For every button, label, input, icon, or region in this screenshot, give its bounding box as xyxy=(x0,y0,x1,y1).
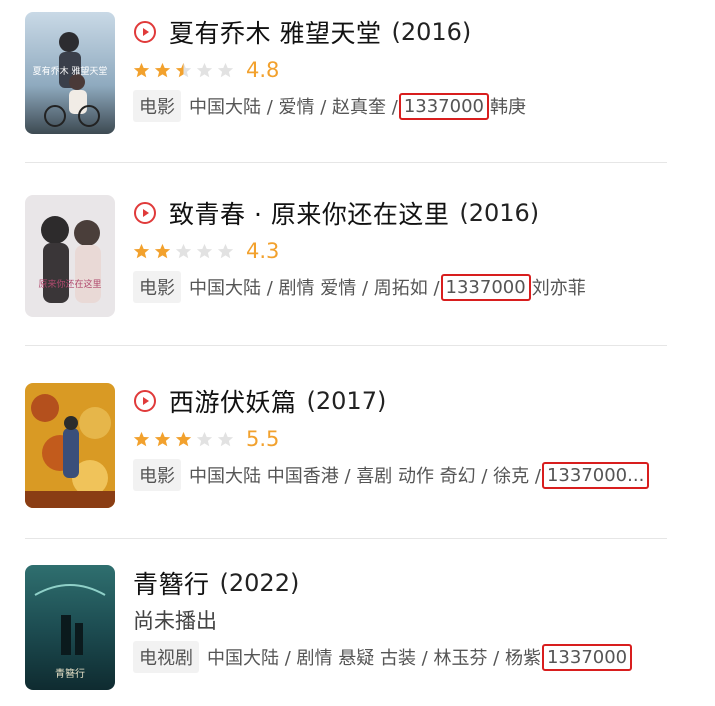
list-item[interactable]: 西游伏妖篇 (2017) 5.5 电影 中国大陆 中国香港 / 喜剧 动作 奇幻… xyxy=(0,378,715,523)
title-row[interactable]: 夏有乔木 雅望天堂 (2016) xyxy=(133,14,705,50)
poster-graphic: 夏有乔木 雅望天堂 xyxy=(25,12,115,134)
star-empty-icon xyxy=(196,243,213,258)
meta-row: 电影 中国大陆 / 爱情 / 赵真奎 / 1337000 韩庚 xyxy=(133,88,705,124)
star-full-icon xyxy=(154,62,171,77)
poster-caption: 原来你还在这里 xyxy=(38,278,101,290)
item-title[interactable]: 夏有乔木 雅望天堂 xyxy=(169,14,381,50)
item-year: (2017) xyxy=(306,387,387,415)
item-title[interactable]: 致青春 · 原来你还在这里 xyxy=(169,195,449,231)
item-info: 青簪行 (2022) 尚未播出 电视剧 中国大陆 / 剧情 悬疑 古装 / 林玉… xyxy=(133,565,705,675)
category-tag: 电影 xyxy=(133,271,181,303)
rating-row: 4.3 xyxy=(133,233,705,269)
play-circle-icon[interactable] xyxy=(133,389,157,413)
star-full-icon xyxy=(175,431,192,446)
highlighted-number: 1337000 xyxy=(398,92,489,120)
list-item[interactable]: 夏有乔木 雅望天堂 夏有乔木 雅望天堂 (2016) 4.8 电影 中国大陆 /… xyxy=(0,10,715,155)
list-item[interactable]: 青簪行 青簪行 (2022) 尚未播出 电视剧 中国大陆 / 剧情 悬疑 古装 … xyxy=(0,560,715,706)
meta-text: 中国大陆 / 爱情 / 赵真奎 / xyxy=(189,97,398,118)
star-empty-icon xyxy=(217,243,234,258)
poster-image[interactable]: 原来你还在这里 xyxy=(25,195,115,317)
rating-row: 4.8 xyxy=(133,52,705,88)
meta-row: 电影 中国大陆 中国香港 / 喜剧 动作 奇幻 / 徐克 / 1337000..… xyxy=(133,457,705,493)
highlighted-number: 1337000 xyxy=(541,643,633,671)
item-info: 夏有乔木 雅望天堂 (2016) 4.8 电影 中国大陆 / 爱情 / 赵真奎 … xyxy=(133,14,705,124)
poster-graphic xyxy=(25,383,115,508)
star-full-icon xyxy=(154,431,171,446)
rating-score: 4.8 xyxy=(246,58,280,82)
rating-score: 4.3 xyxy=(246,239,280,263)
highlighted-number: 1337000... xyxy=(541,461,650,489)
poster-graphic: 青簪行 xyxy=(25,565,115,690)
meta-row: 电视剧 中国大陆 / 剧情 悬疑 古装 / 林玉芬 / 杨紫 1337000 xyxy=(133,639,705,675)
item-year: (2016) xyxy=(459,199,540,227)
status-text: 尚未播出 xyxy=(133,609,217,633)
list-item[interactable]: 原来你还在这里 致青春 · 原来你还在这里 (2016) 4.3 电影 中国大陆… xyxy=(0,190,715,335)
star-empty-icon xyxy=(196,62,213,77)
item-year: (2016) xyxy=(391,18,472,46)
item-year: (2022) xyxy=(219,569,300,597)
play-circle-icon[interactable] xyxy=(133,20,157,44)
meta-text: 中国大陆 中国香港 / 喜剧 动作 奇幻 / 徐克 / xyxy=(189,466,541,487)
category-tag: 电影 xyxy=(133,459,181,491)
meta-cast: 韩庚 xyxy=(489,97,526,118)
item-info: 西游伏妖篇 (2017) 5.5 电影 中国大陆 中国香港 / 喜剧 动作 奇幻… xyxy=(133,383,705,493)
star-full-icon xyxy=(154,243,171,258)
item-info: 致青春 · 原来你还在这里 (2016) 4.3 电影 中国大陆 / 剧情 爱情… xyxy=(133,195,705,305)
divider xyxy=(25,538,667,539)
meta-text: 中国大陆 / 剧情 悬疑 古装 / 林玉芬 / 杨紫 xyxy=(207,648,541,669)
item-title[interactable]: 青簪行 xyxy=(133,565,210,601)
poster-image[interactable]: 夏有乔木 雅望天堂 xyxy=(25,12,115,134)
category-tag: 电视剧 xyxy=(133,641,199,673)
star-empty-icon xyxy=(217,431,234,446)
poster-graphic: 原来你还在这里 xyxy=(25,195,115,317)
poster-image[interactable]: 青簪行 xyxy=(25,565,115,690)
highlighted-number: 1337000 xyxy=(440,273,531,301)
poster-caption: 夏有乔木 雅望天堂 xyxy=(33,65,108,77)
star-half-icon xyxy=(175,62,192,77)
divider xyxy=(25,345,667,346)
star-full-icon xyxy=(133,431,150,446)
play-circle-icon[interactable] xyxy=(133,201,157,225)
rating-row: 5.5 xyxy=(133,421,705,457)
title-row[interactable]: 西游伏妖篇 (2017) xyxy=(133,383,705,419)
category-tag: 电影 xyxy=(133,90,181,122)
rating-score: 5.5 xyxy=(246,427,280,451)
star-empty-icon xyxy=(196,431,213,446)
star-rating xyxy=(133,243,238,260)
star-empty-icon xyxy=(175,243,192,258)
star-full-icon xyxy=(133,243,150,258)
search-results-list: 夏有乔木 雅望天堂 夏有乔木 雅望天堂 (2016) 4.8 电影 中国大陆 /… xyxy=(0,0,715,706)
star-rating xyxy=(133,62,238,79)
divider xyxy=(25,162,667,163)
star-rating xyxy=(133,431,238,448)
star-full-icon xyxy=(133,62,150,77)
meta-row: 电影 中国大陆 / 剧情 爱情 / 周拓如 / 1337000 刘亦菲 xyxy=(133,269,705,305)
title-row[interactable]: 青簪行 (2022) xyxy=(133,565,705,601)
title-row[interactable]: 致青春 · 原来你还在这里 (2016) xyxy=(133,195,705,231)
poster-image[interactable] xyxy=(25,383,115,508)
meta-cast: 刘亦菲 xyxy=(531,278,586,299)
poster-caption: 青簪行 xyxy=(55,667,85,680)
item-title[interactable]: 西游伏妖篇 xyxy=(169,383,297,419)
meta-text: 中国大陆 / 剧情 爱情 / 周拓如 / xyxy=(189,278,440,299)
star-empty-icon xyxy=(217,62,234,77)
